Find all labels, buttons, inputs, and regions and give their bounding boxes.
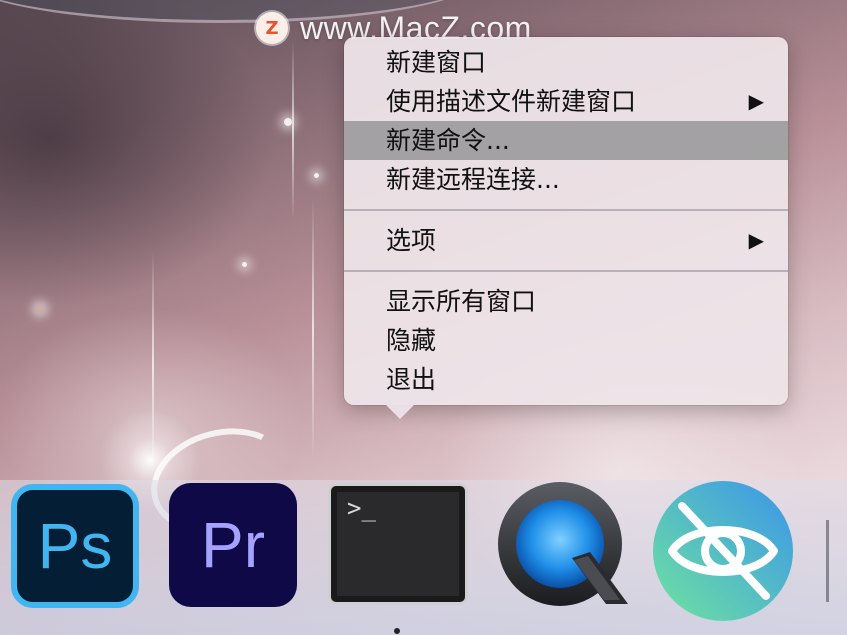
menu-item-quit[interactable]: 退出 (344, 360, 788, 399)
desktop: Z www.MacZ.com 新建窗口 使用描述文件新建窗口 ▶ 新建命令...… (0, 0, 847, 635)
wallpaper-sparkle (284, 118, 292, 126)
menu-item-label: 新建命令... (386, 126, 510, 155)
wallpaper-sparkle (314, 173, 319, 178)
menu-item-new-remote-connection[interactable]: 新建远程连接... (344, 160, 788, 199)
menu-item-label: 隐藏 (386, 326, 437, 355)
menu-item-new-window[interactable]: 新建窗口 (344, 43, 788, 82)
menu-item-new-command[interactable]: 新建命令... (344, 121, 788, 160)
menu-item-show-all-windows[interactable]: 显示所有窗口 (344, 282, 788, 321)
menu-separator (344, 270, 788, 272)
wallpaper-sparkle (242, 262, 247, 267)
menu-separator (344, 209, 788, 211)
menu-item-label: 退出 (386, 365, 437, 394)
menu-item-label: 新建远程连接... (386, 165, 560, 194)
submenu-arrow-icon: ▶ (748, 228, 764, 252)
premiere-pro-icon[interactable]: Pr (169, 483, 297, 607)
watermark-logo-icon: Z (256, 12, 288, 44)
dock-context-menu: 新建窗口 使用描述文件新建窗口 ▶ 新建命令... 新建远程连接... 选项 ▶… (344, 37, 788, 419)
menu-item-label: 使用描述文件新建窗口 (386, 87, 637, 116)
eye-slash-icon[interactable] (650, 478, 796, 624)
quicktime-logo-icon (498, 482, 628, 606)
menu-item-new-window-with-profile[interactable]: 使用描述文件新建窗口 ▶ (344, 82, 788, 121)
submenu-arrow-icon: ▶ (748, 89, 764, 113)
wallpaper-light-streak (312, 200, 314, 460)
menu-item-label: 显示所有窗口 (386, 287, 537, 316)
quicktime-icon[interactable] (494, 478, 634, 614)
menu-item-label: 新建窗口 (386, 48, 487, 77)
dock: Ps Pr >_ (0, 480, 847, 635)
photoshop-icon[interactable]: Ps (11, 484, 139, 608)
menu-item-options[interactable]: 选项 ▶ (344, 221, 788, 260)
wallpaper-sparkle (36, 305, 44, 313)
dock-divider (826, 520, 829, 602)
wallpaper-light-streak (292, 40, 294, 220)
menu-item-label: 选项 (386, 226, 437, 255)
premiere-pro-glyph: Pr (201, 509, 265, 581)
menu-item-hide[interactable]: 隐藏 (344, 321, 788, 360)
terminal-prompt-glyph: >_ (347, 494, 376, 522)
privacy-eye-slash-icon (653, 481, 793, 621)
running-indicator (394, 628, 400, 634)
terminal-icon[interactable]: >_ (328, 483, 468, 605)
photoshop-glyph: Ps (37, 510, 113, 582)
